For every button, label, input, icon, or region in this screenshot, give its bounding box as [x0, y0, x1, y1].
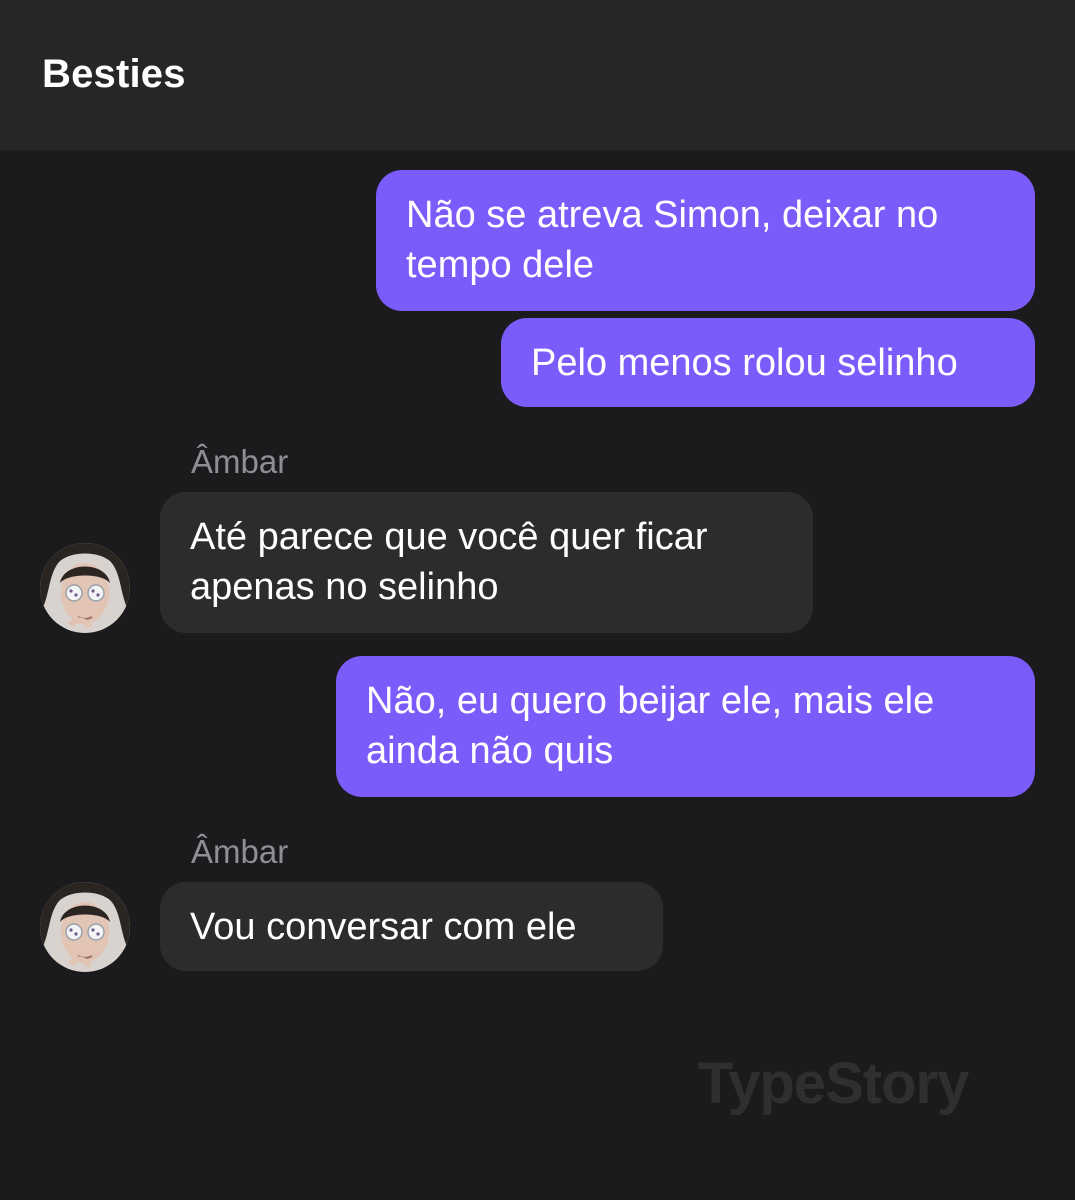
- contact-photo-icon: [40, 543, 130, 633]
- sender-name: Âmbar: [191, 443, 289, 480]
- sender-name: Âmbar: [191, 833, 289, 870]
- message-text-line: Vou conversar com ele: [190, 906, 577, 948]
- incoming-message-bubble[interactable]: Até parece que você quer ficar apenas no…: [160, 492, 813, 633]
- incoming-message-bubble[interactable]: Vou conversar com ele: [160, 882, 663, 971]
- chat-title[interactable]: Besties: [42, 52, 186, 97]
- outgoing-message-bubble[interactable]: Não, eu quero beijar ele, mais ele ainda…: [336, 656, 1035, 797]
- message-text-line: Não se atreva Simon, deixar no: [406, 194, 939, 236]
- message-text-line: Pelo menos rolou selinho: [531, 342, 958, 384]
- message-text-line: ainda não quis: [366, 730, 614, 772]
- outgoing-message-bubble[interactable]: Pelo menos rolou selinho: [501, 318, 1035, 407]
- message-text-line: Até parece que você quer ficar: [190, 516, 708, 558]
- message-text-line: tempo dele: [406, 244, 595, 286]
- chat-screen: Besties Não se atreva Simon, deixar no t…: [0, 0, 1075, 1200]
- avatar[interactable]: [40, 882, 130, 972]
- chat-header: Besties: [0, 0, 1075, 150]
- contact-photo-icon: [40, 882, 130, 972]
- outgoing-message-bubble[interactable]: Não se atreva Simon, deixar no tempo del…: [376, 170, 1035, 311]
- watermark: TypeStory: [698, 1051, 969, 1116]
- message-text-line: Não, eu quero beijar ele, mais ele: [366, 680, 935, 722]
- avatar[interactable]: [40, 543, 130, 633]
- message-text-line: apenas no selinho: [190, 566, 499, 608]
